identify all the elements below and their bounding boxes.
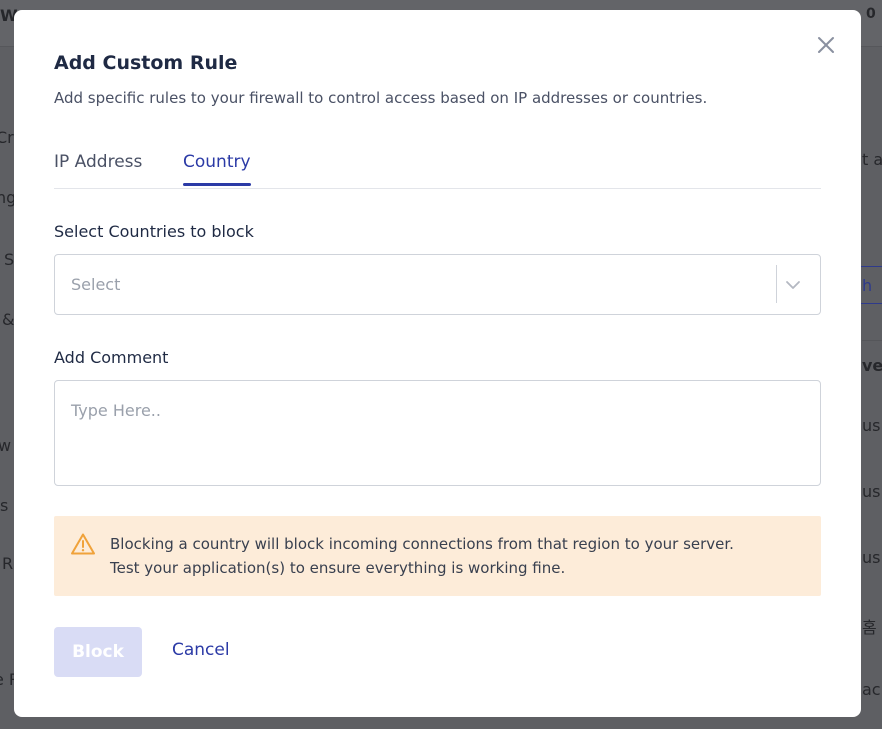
background-text: R: [2, 554, 14, 573]
background-divider: [862, 340, 882, 341]
countries-select[interactable]: Select: [54, 254, 821, 315]
background-text: 0: [866, 6, 876, 22]
tab-ip-address[interactable]: IP Address: [54, 152, 142, 184]
background-text: S: [4, 250, 15, 269]
select-divider: [776, 265, 777, 303]
warning-alert: Blocking a country will block incoming c…: [54, 516, 821, 596]
background-text: s: [0, 496, 9, 515]
block-button[interactable]: Block: [54, 627, 142, 677]
select-placeholder: Select: [71, 275, 121, 294]
rule-type-tabs: IP Address Country: [54, 152, 821, 189]
comment-textarea[interactable]: Type Here..: [54, 380, 821, 486]
dialog-subtitle: Add specific rules to your firewall to c…: [54, 89, 708, 107]
alert-line-2: Test your application(s) to ensure every…: [110, 559, 566, 577]
add-custom-rule-dialog: Add Custom Rule Add specific rules to yo…: [14, 10, 861, 717]
background-text: ven: [862, 356, 882, 375]
alert-line-1: Blocking a country will block incoming c…: [110, 535, 734, 553]
countries-label: Select Countries to block: [54, 222, 254, 241]
background-text: t a: [862, 150, 882, 169]
comment-label: Add Comment: [54, 348, 169, 367]
background-text: w: [0, 436, 12, 455]
close-icon: [818, 37, 834, 53]
cancel-button[interactable]: Cancel: [172, 640, 230, 660]
background-text: 홈: [862, 618, 877, 637]
alert-message: Blocking a country will block incoming c…: [110, 532, 810, 580]
background-text: &: [2, 310, 15, 329]
background-text: us: [862, 416, 881, 435]
close-button[interactable]: [815, 34, 837, 56]
tab-country[interactable]: Country: [183, 152, 251, 186]
background-text: us: [862, 482, 881, 501]
dialog-title: Add Custom Rule: [54, 52, 238, 74]
background-text: us: [862, 548, 881, 567]
background-text: ac: [862, 680, 881, 699]
warning-triangle-icon: [71, 533, 95, 555]
chevron-down-icon[interactable]: [783, 275, 803, 295]
comment-placeholder: Type Here..: [71, 401, 161, 420]
